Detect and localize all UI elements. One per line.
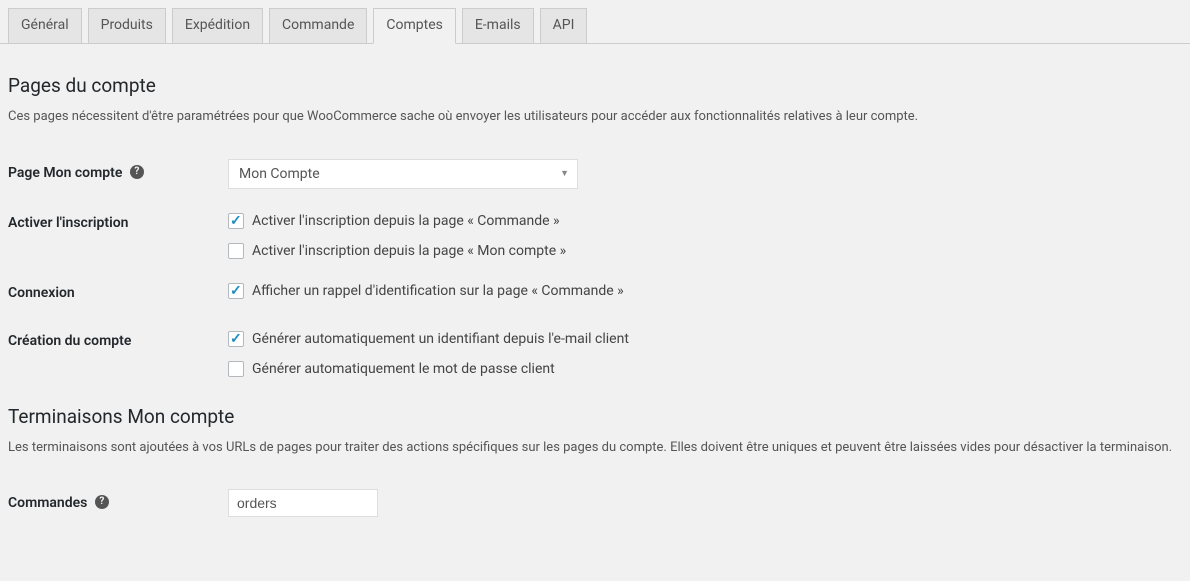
label-account-creation: Création du compte bbox=[8, 333, 131, 349]
tab-products[interactable]: Produits bbox=[88, 8, 166, 44]
checkbox-label: Afficher un rappel d'identification sur … bbox=[252, 283, 624, 299]
section-title-endpoints: Terminaisons Mon compte bbox=[8, 405, 1182, 428]
checkbox-registration-checkout[interactable] bbox=[228, 213, 244, 229]
label-login: Connexion bbox=[8, 285, 75, 301]
section-title-pages: Pages du compte bbox=[8, 74, 1182, 97]
checkbox-label: Générer automatiquement un identifiant d… bbox=[252, 331, 629, 347]
tab-shipping[interactable]: Expédition bbox=[172, 8, 263, 44]
help-icon[interactable]: ? bbox=[95, 495, 109, 509]
tabs-nav: Général Produits Expédition Commande Com… bbox=[0, 0, 1190, 44]
checkbox-label: Activer l'inscription depuis la page « C… bbox=[252, 213, 560, 229]
tab-emails[interactable]: E-mails bbox=[462, 8, 534, 44]
section-desc-pages: Ces pages nécessitent d'être paramétrées… bbox=[8, 107, 1182, 127]
settings-content: Pages du compte Ces pages nécessitent d'… bbox=[0, 44, 1190, 547]
checkbox-registration-myaccount[interactable] bbox=[228, 243, 244, 259]
form-table-pages: Page Mon compte ? Mon Compte ▼ Activer l… bbox=[8, 149, 1182, 387]
tab-checkout[interactable]: Commande bbox=[269, 8, 367, 44]
tab-api[interactable]: API bbox=[540, 8, 588, 44]
checkbox-generate-password[interactable] bbox=[228, 361, 244, 377]
help-icon[interactable]: ? bbox=[130, 165, 144, 179]
select-my-account-page[interactable]: Mon Compte ▼ bbox=[228, 159, 578, 189]
select-value: Mon Compte bbox=[239, 166, 320, 182]
label-registration: Activer l'inscription bbox=[8, 215, 128, 231]
section-desc-endpoints: Les terminaisons sont ajoutées à vos URL… bbox=[8, 438, 1182, 458]
checkbox-label: Générer automatiquement le mot de passe … bbox=[252, 361, 555, 377]
checkbox-generate-username[interactable] bbox=[228, 331, 244, 347]
tab-general[interactable]: Général bbox=[8, 8, 82, 44]
label-my-account-page: Page Mon compte bbox=[8, 165, 122, 181]
checkbox-login-reminder[interactable] bbox=[228, 283, 244, 299]
tab-accounts[interactable]: Comptes bbox=[373, 8, 455, 44]
input-orders-endpoint[interactable] bbox=[228, 489, 378, 517]
label-orders: Commandes bbox=[8, 495, 87, 511]
chevron-down-icon: ▼ bbox=[560, 168, 569, 179]
checkbox-label: Activer l'inscription depuis la page « M… bbox=[252, 243, 566, 259]
form-table-endpoints: Commandes ? bbox=[8, 479, 1182, 527]
